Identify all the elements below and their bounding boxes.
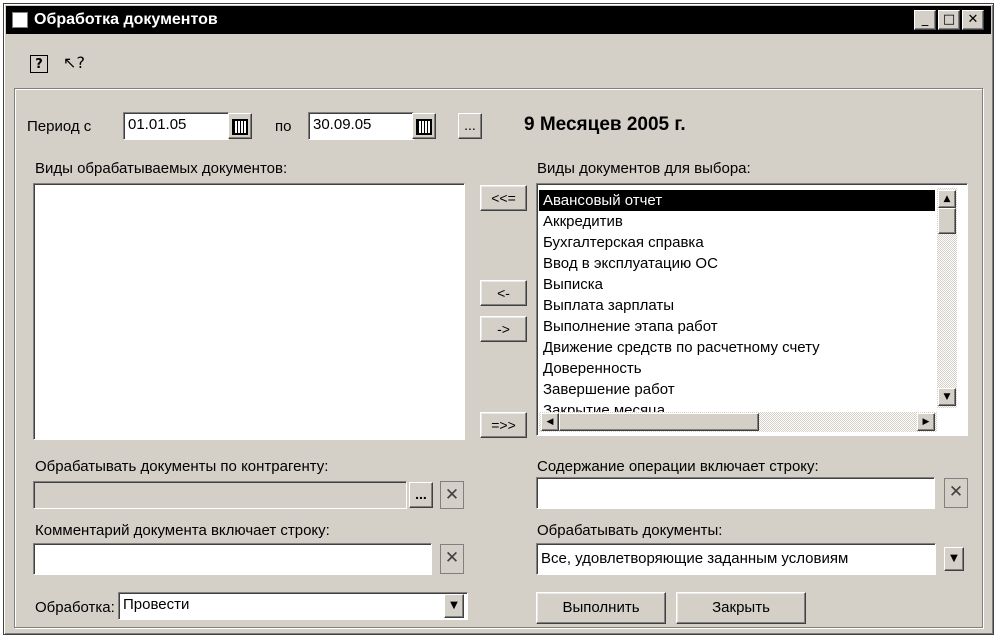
window-title: Обработка документов: [34, 11, 218, 28]
available-docs-items: Авансовый отчет Аккредитив Бухгалтерская с…: [539, 190, 935, 412]
calendar-to-button[interactable]: [412, 113, 436, 139]
list-item[interactable]: Авансовый отчет: [539, 190, 935, 211]
title-bar[interactable]: Обработка документов _ □ ✕: [6, 6, 991, 34]
process-docs-select[interactable]: Все, удовлетворяющие заданным условиям: [536, 543, 936, 575]
period-from-input[interactable]: 01.01.05: [123, 112, 229, 140]
contractor-select-button[interactable]: ...: [409, 482, 433, 508]
available-docs-list[interactable]: Авансовый отчет Аккредитив Бухгалтерская с…: [536, 183, 968, 436]
list-item[interactable]: Движение средств по расчетному счету: [539, 337, 935, 358]
list-item[interactable]: Завершение работ: [539, 379, 935, 400]
calendar-icon: [416, 119, 432, 135]
comment-field[interactable]: [33, 543, 432, 575]
list-item[interactable]: Закрытие месяца: [539, 400, 935, 412]
vertical-scrollbar[interactable]: ▲ ▼: [937, 188, 957, 408]
scroll-left-icon[interactable]: ◀: [541, 413, 559, 431]
calendar-from-button[interactable]: [228, 113, 252, 139]
scroll-right-icon[interactable]: ▶: [917, 413, 935, 431]
move-all-right-button[interactable]: =>>: [480, 412, 527, 438]
process-docs-label: Обрабатывать документы:: [537, 522, 723, 539]
minimize-icon[interactable]: _: [914, 10, 936, 30]
processing-label: Обработка:: [35, 599, 115, 616]
list-item[interactable]: Бухгалтерская справка: [539, 232, 935, 253]
list-item[interactable]: Выплата зарплаты: [539, 295, 935, 316]
move-right-button[interactable]: ->: [480, 316, 527, 342]
horizontal-scroll-thumb[interactable]: [559, 413, 759, 431]
scroll-down-icon[interactable]: ▼: [938, 388, 956, 406]
comment-label: Комментарий документа включает строку:: [35, 522, 330, 539]
scroll-up-icon[interactable]: ▲: [938, 190, 956, 208]
chevron-down-icon[interactable]: ▼: [444, 594, 464, 618]
operation-content-field[interactable]: [536, 477, 935, 509]
period-to-input[interactable]: 30.09.05: [308, 112, 414, 140]
processed-docs-label: Виды обрабатываемых документов:: [35, 160, 288, 177]
chevron-down-icon[interactable]: ▼: [944, 547, 964, 571]
operation-content-clear-icon[interactable]: ✕: [944, 478, 968, 508]
move-all-left-button[interactable]: <<=: [480, 185, 527, 211]
close-button[interactable]: Закрыть: [676, 592, 806, 624]
context-help-icon[interactable]: ↖?: [60, 52, 88, 74]
maximize-icon[interactable]: □: [938, 10, 960, 30]
calendar-icon: [232, 119, 248, 135]
list-item[interactable]: Выполнение этапа работ: [539, 316, 935, 337]
period-to-label: по: [275, 118, 292, 135]
list-item[interactable]: Доверенность: [539, 358, 935, 379]
comment-clear-icon[interactable]: ✕: [440, 544, 464, 574]
period-from-label: Период с: [27, 118, 92, 135]
horizontal-scrollbar[interactable]: ◀ ▶: [539, 412, 937, 432]
processed-docs-list[interactable]: [33, 183, 465, 440]
contractor-clear-icon[interactable]: ✕: [440, 481, 464, 509]
app-icon: [12, 12, 28, 28]
list-item[interactable]: Аккредитив: [539, 211, 935, 232]
period-select-button[interactable]: ...: [458, 113, 482, 139]
list-item[interactable]: Ввод в эксплуатацию ОС: [539, 253, 935, 274]
move-left-button[interactable]: <-: [480, 280, 527, 306]
contractor-field[interactable]: [33, 481, 407, 509]
list-item[interactable]: Выписка: [539, 274, 935, 295]
run-button[interactable]: Выполнить: [536, 592, 666, 624]
period-summary: 9 Месяцев 2005 г.: [524, 114, 686, 135]
available-docs-label: Виды документов для выбора:: [537, 160, 751, 177]
vertical-scroll-thumb[interactable]: [938, 208, 956, 234]
contractor-label: Обрабатывать документы по контрагенту:: [35, 458, 329, 475]
processing-select[interactable]: Провести: [118, 592, 468, 620]
operation-content-label: Содержание операции включает строку:: [537, 458, 819, 475]
close-icon[interactable]: ✕: [962, 10, 984, 30]
help-icon[interactable]: ?: [30, 55, 48, 73]
